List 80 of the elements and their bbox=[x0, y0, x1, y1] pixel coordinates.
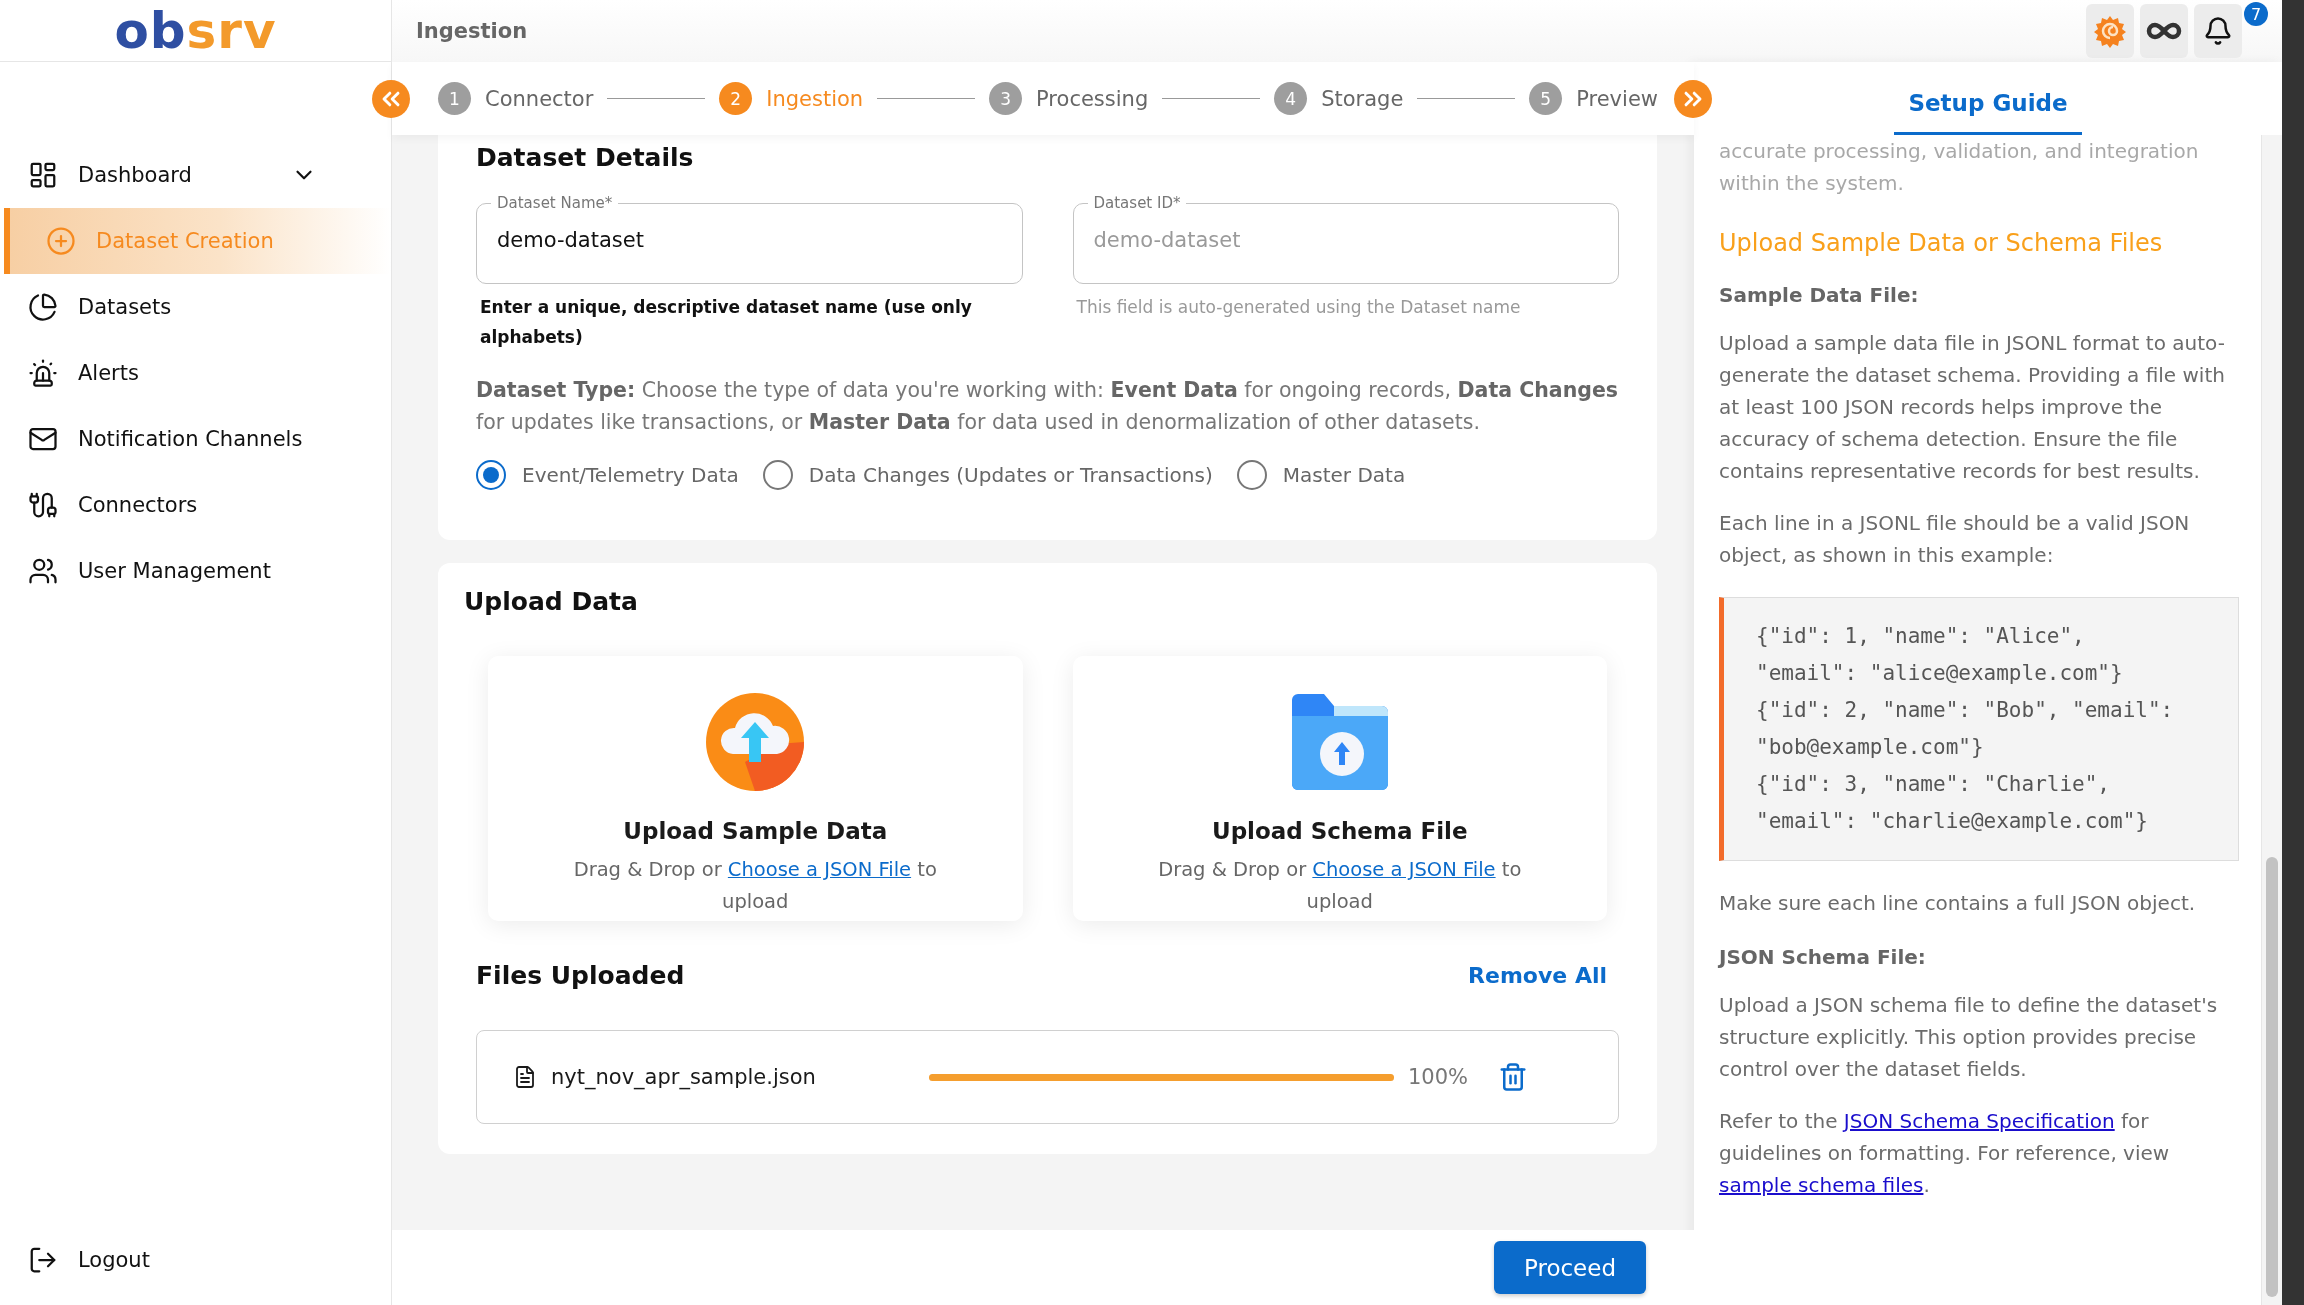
paragraph: Each line in a JSONL file should be a valid JSON object, as shown in this example: bbox=[1719, 510, 2191, 569]
section-heading: Upload Sample Data or Schema Files bbox=[1719, 229, 2164, 257]
radio-label: Event/Telemetry Data bbox=[522, 463, 739, 487]
page-title: Ingestion bbox=[416, 19, 528, 43]
pie-chart-icon bbox=[28, 292, 58, 322]
helper-text: Enter a unique, descriptive dataset name (use only alphabets) bbox=[480, 296, 973, 349]
sidebar-item[interactable]: Dashboard bbox=[0, 142, 391, 208]
radio-button[interactable] bbox=[762, 460, 793, 490]
logout-item[interactable]: Logout bbox=[0, 1227, 391, 1293]
radio-label: Master Data bbox=[1282, 463, 1406, 487]
step-label: Preview bbox=[1576, 86, 1658, 111]
doc-link[interactable]: sample schema files bbox=[1719, 1173, 1924, 1197]
step-number: 1 bbox=[438, 82, 471, 115]
dashboard-icon bbox=[28, 160, 58, 190]
field-value[interactable]: demo-dataset bbox=[497, 212, 1002, 268]
code-block: {"id": 1, "name": "Alice", "email": "alice@example.com"} {"id": 2, "name": "Bob", "email": "bob@example.com"} {"id": 3, "name": "Charlie", "email": "charlie@example.com"} bbox=[1719, 597, 2239, 861]
siren-icon bbox=[28, 358, 58, 388]
bell-icon bbox=[2203, 16, 2233, 46]
users-icon bbox=[28, 556, 58, 586]
file-name: nyt_nov_apr_sample.json bbox=[551, 1065, 817, 1089]
section-title: Files Uploaded bbox=[476, 961, 685, 990]
subheading: JSON Schema File: bbox=[1719, 945, 1927, 969]
remove-all-button[interactable]: Remove All bbox=[1468, 963, 1607, 988]
section-title: Dataset Details bbox=[476, 143, 695, 172]
radio-button[interactable] bbox=[1236, 460, 1267, 490]
stepper-step[interactable]: 3 Processing bbox=[989, 82, 1149, 115]
sidebar-item[interactable]: Alerts bbox=[0, 340, 391, 406]
stepper-step[interactable]: 1 Connector bbox=[438, 82, 594, 115]
file-icon bbox=[513, 1065, 537, 1089]
choose-file-link[interactable]: Choose a JSON File bbox=[727, 858, 912, 881]
sidebar-item[interactable]: Datasets bbox=[0, 274, 391, 340]
drop-zone[interactable]: Upload Schema File Drag & Drop or Choose a JSON File to upload bbox=[1072, 656, 1607, 921]
step-number: 2 bbox=[719, 82, 753, 115]
plus-circle-icon bbox=[46, 226, 76, 256]
progress-reading: 100% bbox=[1408, 1065, 1469, 1089]
swirl-gear-icon bbox=[2093, 14, 2127, 48]
radio-button[interactable] bbox=[476, 460, 506, 490]
field-label: Dataset Name* bbox=[496, 194, 614, 212]
stepper-step[interactable]: 5 Preview bbox=[1529, 82, 1658, 115]
proceed-button[interactable]: Proceed bbox=[1494, 1241, 1646, 1294]
radio-label: Data Changes (Updates or Transactions) bbox=[808, 463, 1213, 487]
section-title: Upload Data bbox=[464, 587, 639, 616]
drop-zone[interactable]: Upload Sample Data Drag & Drop or Choose a JSON File to upload bbox=[488, 656, 1023, 921]
step-number: 5 bbox=[1529, 82, 1563, 115]
text-field[interactable]: Dataset Name* demo-dataset bbox=[476, 194, 1023, 284]
stepper-step[interactable]: 4 Storage bbox=[1274, 82, 1404, 115]
notifications-button[interactable] bbox=[2194, 4, 2242, 58]
cloud-upload-icon bbox=[705, 692, 806, 792]
cable-icon bbox=[28, 490, 58, 520]
sidebar-item[interactable]: User Management bbox=[0, 538, 391, 604]
helper-text: This field is auto-generated using the Dataset name bbox=[1076, 296, 1522, 319]
paragraph: Upload a sample data file in JSONL format to auto-generate the dataset schema. Providing a file with at least 100 JSON records helps improve the accuracy of schema detection. Ensure the file contains representative records for best results. bbox=[1719, 330, 2226, 485]
drop-zone-title: Upload Schema File bbox=[1211, 818, 1468, 844]
step-label: Processing bbox=[1036, 86, 1149, 111]
step-number: 3 bbox=[989, 82, 1023, 115]
doc-link[interactable]: JSON Schema Specification bbox=[1843, 1109, 2115, 1133]
paragraph: Upload a JSON schema file to define the dataset's structure explicitly. This option provides precise control over the dataset fields. bbox=[1719, 992, 2219, 1083]
scrollbar-thumb[interactable] bbox=[2266, 857, 2278, 1297]
field-label: Dataset ID* bbox=[1092, 194, 1182, 212]
step-label: Ingestion bbox=[766, 86, 864, 111]
faded-text: accurate processing, validation, and integration within the system. bbox=[1719, 138, 2200, 197]
logout-icon bbox=[28, 1245, 58, 1275]
subheading: Sample Data File: bbox=[1719, 283, 1920, 307]
drop-zone-hint: Drag & Drop or Choose a JSON File to upload bbox=[572, 857, 938, 915]
infinity-button[interactable] bbox=[2140, 4, 2188, 58]
drop-zone-hint: Drag & Drop or Choose a JSON File to upload bbox=[1157, 857, 1523, 915]
drop-zone-title: Upload Sample Data bbox=[623, 818, 888, 844]
paragraph: Refer to the JSON Schema Specification for guidelines on formatting. For reference, view sample schema files. bbox=[1719, 1108, 2171, 1199]
step-label: Storage bbox=[1321, 86, 1404, 111]
logo: obsrv bbox=[114, 5, 277, 56]
dataset-type-description: Dataset Type: Choose the type of data you're working with: Event Data for ongoing records, Data Changes for updates like transactions, or Master Data for data used in denormalization of other datasets. bbox=[476, 377, 1619, 436]
choose-file-link[interactable]: Choose a JSON File bbox=[1312, 858, 1496, 881]
paragraph: Make sure each line contains a full JSON object. bbox=[1719, 890, 2197, 917]
step-label: Connector bbox=[485, 86, 594, 111]
folder-upload-icon bbox=[1289, 692, 1390, 792]
notification-badge: 7 bbox=[2244, 2, 2268, 26]
guide-tab[interactable]: Setup Guide bbox=[1894, 90, 2082, 135]
sidebar-item[interactable]: Connectors bbox=[0, 472, 391, 538]
step-number: 4 bbox=[1274, 82, 1308, 115]
sidebar-item[interactable]: Notification Channels bbox=[0, 406, 391, 472]
